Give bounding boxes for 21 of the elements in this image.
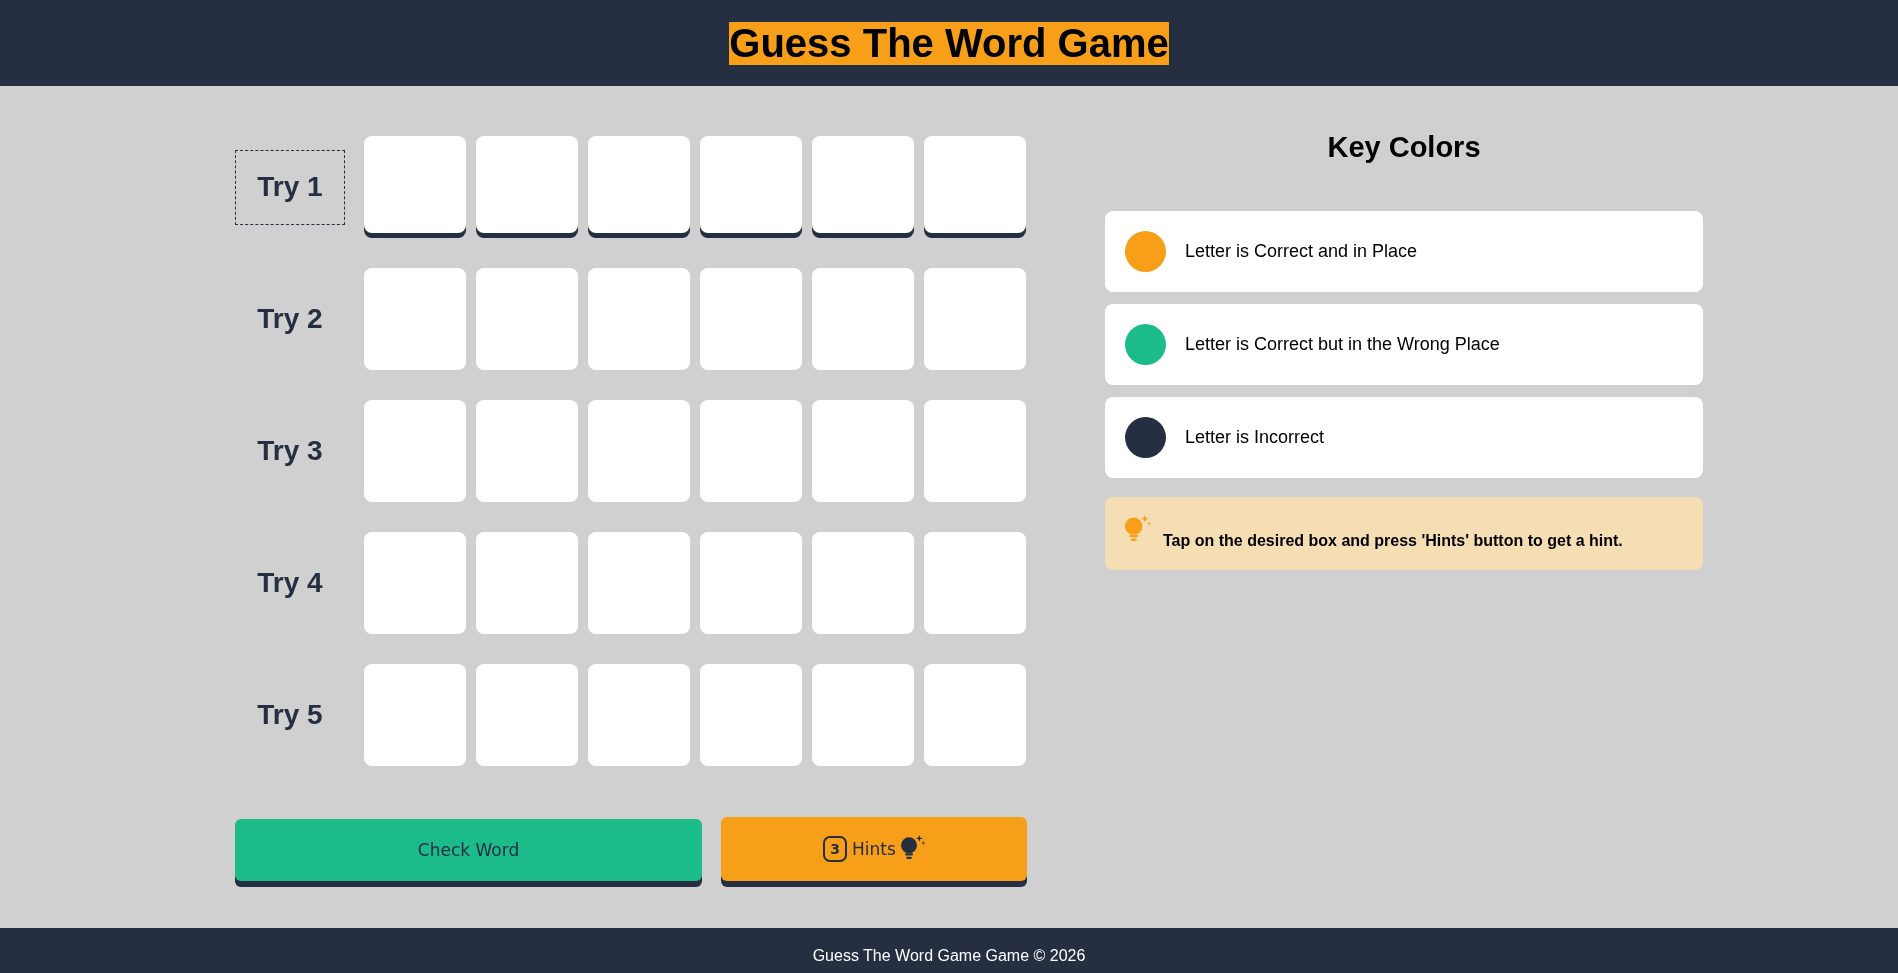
try-label: Try 4 — [256, 566, 324, 600]
letter-field[interactable] — [700, 136, 802, 233]
footer-text: Guess The Word Game Game © 2026 — [812, 946, 1086, 965]
try-label: Try 5 — [256, 698, 324, 732]
key-colors-heading: Key Colors — [1326, 130, 1482, 165]
letter-field[interactable] — [924, 136, 1026, 233]
hint-text: Tap on the desired box and press 'Hints' button to get a hint. — [1163, 531, 1623, 550]
hint-count: 3 — [823, 836, 847, 862]
page-title: Guess The Word Game — [729, 21, 1169, 65]
lightbulb-icon — [900, 835, 925, 859]
letter-field[interactable] — [588, 136, 690, 233]
try-label: Try 3 — [256, 434, 324, 468]
legend-text: Letter is Correct and in Place — [1185, 241, 1418, 262]
try-label: Try 2 — [256, 302, 324, 336]
try-label: Try 1 — [235, 149, 345, 225]
letter-field[interactable] — [476, 136, 578, 233]
legend-text: Letter is Correct but in the Wrong Place — [1185, 334, 1500, 355]
letter-field[interactable] — [364, 136, 466, 233]
lightbulb-icon — [1125, 514, 1151, 541]
letter-field[interactable] — [812, 136, 914, 233]
legend-text: Letter is Incorrect — [1185, 427, 1325, 448]
